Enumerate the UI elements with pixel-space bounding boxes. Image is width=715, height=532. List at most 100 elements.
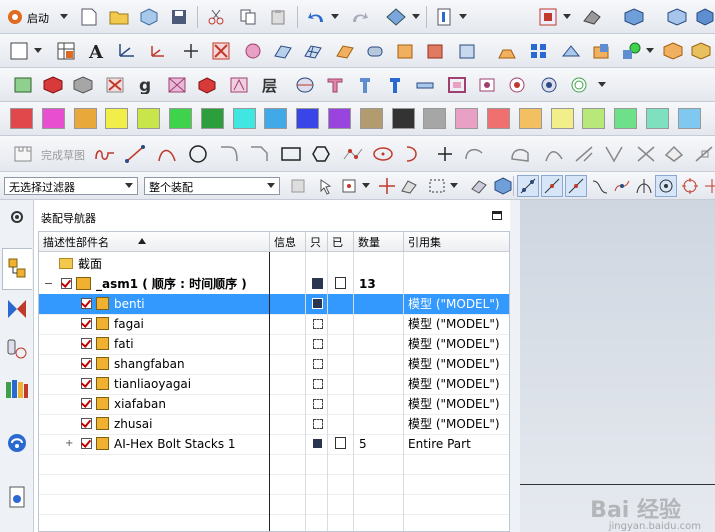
rectangle-select-icon[interactable] xyxy=(426,175,448,197)
visibility-checkbox[interactable] xyxy=(81,418,92,429)
column-header-name[interactable]: 描述性部件名 xyxy=(39,232,270,252)
bolt-icon[interactable] xyxy=(354,74,376,96)
copy-icon[interactable] xyxy=(237,6,259,28)
visibility-checkbox[interactable] xyxy=(61,278,72,289)
select-in-assembly-icon[interactable] xyxy=(287,175,309,197)
snap-endpoint-icon[interactable] xyxy=(517,175,539,197)
polygon-icon[interactable] xyxy=(310,143,332,165)
derived-line-icon[interactable] xyxy=(510,143,532,165)
chamfer-icon[interactable] xyxy=(248,143,270,165)
frame-icon[interactable] xyxy=(446,74,468,96)
screw-icon[interactable] xyxy=(384,74,406,96)
rectangle-icon[interactable] xyxy=(280,143,302,165)
snap-midpoint-icon[interactable] xyxy=(541,175,563,197)
point-icon[interactable] xyxy=(180,40,202,62)
show-and-hide-icon[interactable] xyxy=(196,74,218,96)
new-file-icon[interactable] xyxy=(78,6,100,28)
snap-point-icon[interactable] xyxy=(338,175,360,197)
line-icon[interactable] xyxy=(124,143,146,165)
circle-icon[interactable] xyxy=(187,143,209,165)
maximize-icon[interactable] xyxy=(492,211,502,220)
visibility-checkbox[interactable] xyxy=(81,358,92,369)
trim-recipe-icon[interactable] xyxy=(636,143,658,165)
block-icon[interactable] xyxy=(394,40,416,62)
gear-icon[interactable] xyxy=(538,74,560,96)
tree-row-part[interactable]: shangfaban 模型 ("MODEL") xyxy=(39,354,509,374)
view-fit-icon[interactable] xyxy=(537,6,559,28)
color-swatch[interactable] xyxy=(296,108,320,129)
color-swatch[interactable] xyxy=(455,108,479,129)
conic-icon[interactable] xyxy=(402,143,424,165)
collapse-icon[interactable] xyxy=(45,283,52,284)
snap-quadrant-icon[interactable] xyxy=(679,175,701,197)
splitter[interactable] xyxy=(510,200,520,532)
tree-row-part[interactable]: xiafaban 模型 ("MODEL") xyxy=(39,394,509,414)
move-curve-icon[interactable] xyxy=(664,143,686,165)
fillet-icon[interactable] xyxy=(218,143,240,165)
color-swatch[interactable] xyxy=(550,108,574,129)
surface-icon[interactable] xyxy=(334,40,356,62)
finish-sketch-icon[interactable] xyxy=(12,143,34,165)
snap-curve-icon[interactable] xyxy=(589,175,611,197)
assembly-navigator-tab-icon[interactable] xyxy=(2,248,32,290)
constraint-navigator-icon[interactable] xyxy=(4,296,30,322)
assembly-constraint-icon[interactable] xyxy=(456,40,478,62)
profile-icon[interactable] xyxy=(94,143,116,165)
snap-arc-center-icon[interactable] xyxy=(655,175,677,197)
offset-curve-icon[interactable] xyxy=(464,143,486,165)
graphics-window[interactable]: Bai 经验 jingyan.baidu.com xyxy=(520,200,715,532)
selection-filter-dropdown[interactable]: 无选择过滤器 xyxy=(4,177,138,195)
table-icon[interactable] xyxy=(55,40,77,62)
scope-dropdown[interactable]: 整个装配 xyxy=(144,177,280,195)
move-handle-icon[interactable] xyxy=(376,175,398,197)
color-swatch[interactable] xyxy=(105,108,129,129)
tree-row-root-assembly[interactable]: _asm1 ( 顺序 : 时间顺序 ) 13 xyxy=(39,274,509,294)
extrude-icon[interactable] xyxy=(242,40,264,62)
open-part-icon[interactable] xyxy=(138,6,160,28)
rectangle-select-dropdown-icon[interactable] xyxy=(448,175,460,197)
boolean-icon[interactable] xyxy=(424,40,446,62)
redo-icon[interactable] xyxy=(349,6,371,28)
quick-trim-icon[interactable] xyxy=(544,143,566,165)
color-swatch[interactable] xyxy=(169,108,192,129)
render-style-icon[interactable] xyxy=(581,6,603,28)
color-swatch[interactable] xyxy=(137,108,161,129)
tree-row-part[interactable]: tianliaoyagai 模型 ("MODEL") xyxy=(39,374,509,394)
section-view-icon[interactable] xyxy=(294,74,316,96)
expand-icon[interactable]: + xyxy=(65,439,73,449)
tree-row-section[interactable]: 截面 xyxy=(39,254,509,274)
add-component-icon[interactable] xyxy=(620,40,642,62)
assembly-selection-icon[interactable] xyxy=(398,175,420,197)
command-finder-icon[interactable] xyxy=(385,6,407,28)
selection-filter-icon[interactable] xyxy=(228,74,250,96)
invert-display-icon[interactable] xyxy=(166,74,188,96)
cylinder-icon[interactable] xyxy=(364,40,386,62)
studio-spline-icon[interactable] xyxy=(342,143,364,165)
open-folder-icon[interactable] xyxy=(108,6,130,28)
snap-control-point-icon[interactable] xyxy=(565,175,587,197)
sketch-icon[interactable] xyxy=(8,40,30,62)
wave-link-icon[interactable] xyxy=(590,40,612,62)
move-component-icon[interactable] xyxy=(496,40,518,62)
visibility-checkbox[interactable] xyxy=(81,438,92,449)
information-icon[interactable] xyxy=(433,6,455,28)
resize-curve-icon[interactable] xyxy=(694,143,715,165)
undo-icon[interactable] xyxy=(305,6,327,28)
quick-extend-icon[interactable] xyxy=(574,143,596,165)
color-swatch[interactable] xyxy=(677,108,701,129)
color-swatch[interactable] xyxy=(359,108,383,129)
color-swatch[interactable] xyxy=(73,108,97,129)
history-icon[interactable] xyxy=(4,484,30,510)
visibility-checkbox[interactable] xyxy=(81,318,92,329)
reposition-icon[interactable] xyxy=(662,40,684,62)
target-icon[interactable] xyxy=(506,74,528,96)
mesh-icon[interactable] xyxy=(302,40,324,62)
color-swatch[interactable] xyxy=(646,108,669,129)
make-corner-icon[interactable] xyxy=(604,143,626,165)
sketch-point-icon[interactable] xyxy=(434,143,456,165)
visibility-checkbox[interactable] xyxy=(81,378,92,389)
color-swatch[interactable] xyxy=(582,108,606,129)
gray-solid-icon[interactable] xyxy=(72,74,94,96)
start-button[interactable]: 启动 xyxy=(27,10,49,26)
add-component-dropdown-icon[interactable] xyxy=(644,40,656,62)
